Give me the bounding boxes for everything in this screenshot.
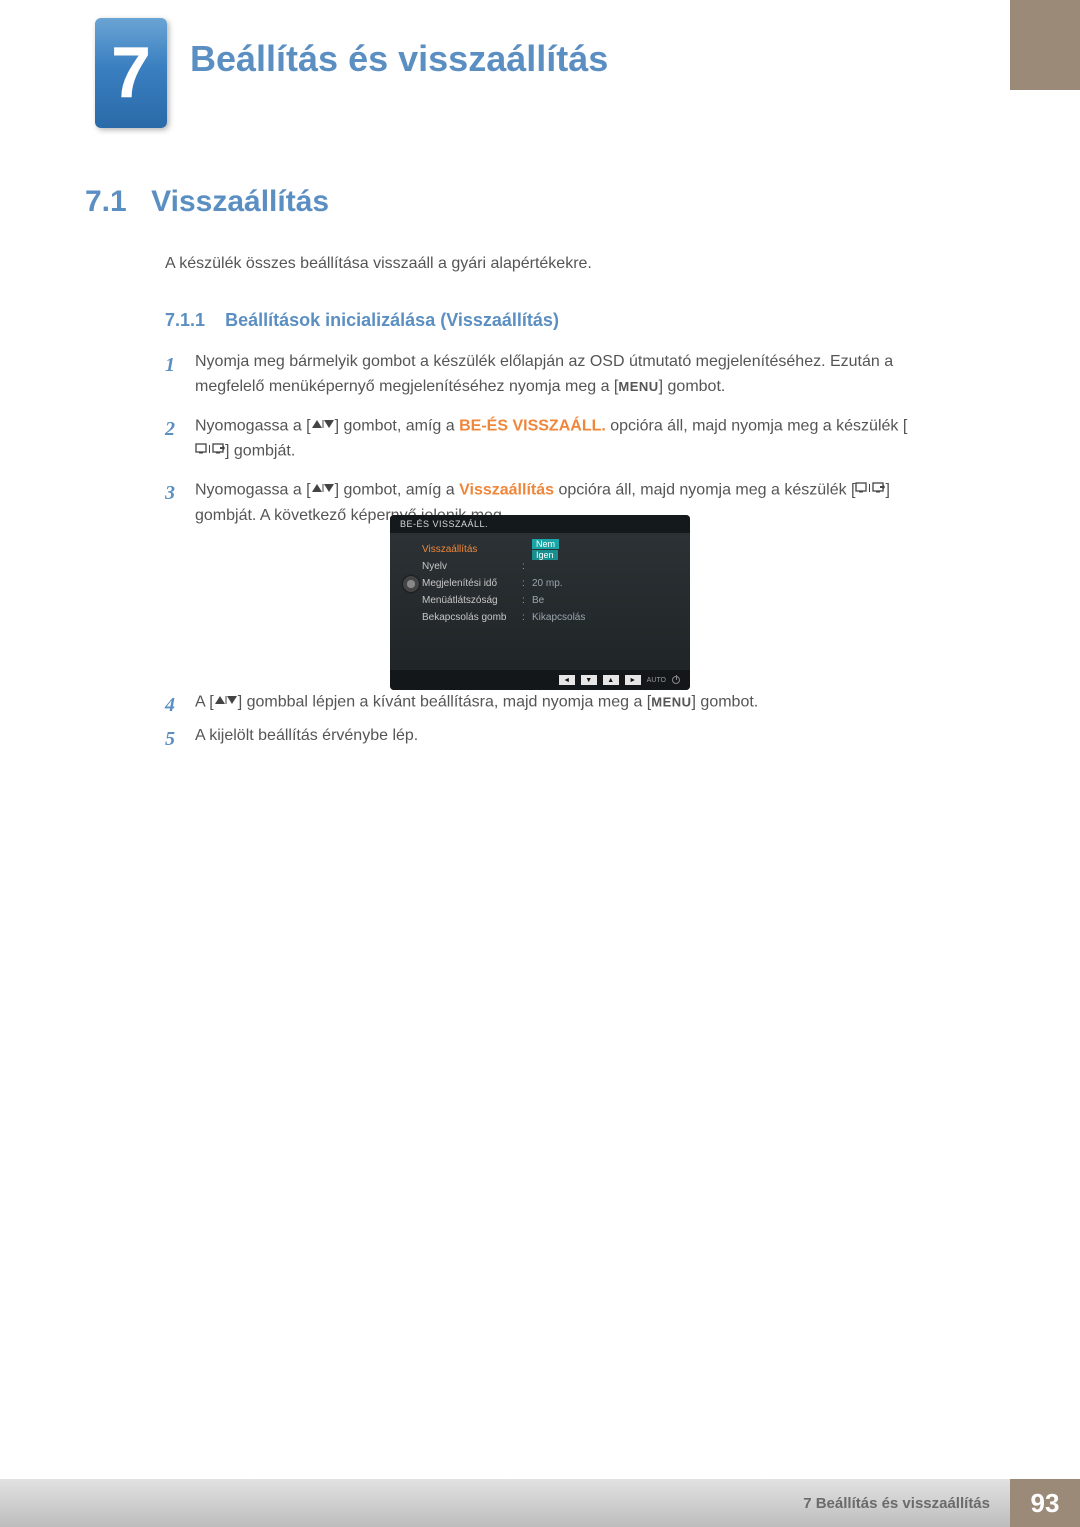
step-2: 2 Nyomogassa a [] gombot, amíg a BE-ÉS V… [165,414,925,465]
osd-footer: ◄ ▼ ▲ ► AUTO [390,670,690,690]
step-5: 5 A kijelölt beállítás érvénybe lép. [165,724,925,769]
osd-title: BE-ÉS VISSZAÁLL. [390,515,690,533]
step-text: Nyomogassa a [] gombot, amíg a BE-ÉS VIS… [195,414,925,465]
osd-nav-left-icon: ◄ [559,675,575,685]
step-number: 3 [165,478,195,528]
step-text: Nyomja meg bármelyik gombot a készülék e… [195,350,925,400]
step-text: A kijelölt beállítás érvénybe lép. [195,724,925,755]
osd-body: Visszaállítás Nem Igen Nyelv : Megjelení… [390,533,690,630]
osd-row: Menüátlátszóság : Be [422,592,680,609]
osd-row-label: Bekapcsolás gomb [422,612,522,623]
osd-row-selected: Visszaállítás Nem Igen [422,541,680,558]
section-number: 7.1 [85,185,127,218]
osd-side-icon [400,541,422,626]
osd-row-label: Megjelenítési idő [422,578,522,589]
section-intro: A készülék összes beállítása visszaáll a… [165,255,592,273]
osd-row-value: Be [532,595,544,606]
osd-nav-up-icon: ▲ [603,675,619,685]
source-switch-icon [855,478,885,503]
up-down-icon [311,414,335,439]
step-number: 2 [165,414,195,465]
option-highlight: Visszaállítás [459,482,554,499]
menu-key-icon: MENU [651,695,691,710]
osd-row: Bekapcsolás gomb : Kikapcsolás [422,609,680,626]
step-number: 1 [165,350,195,400]
subsection-heading: 7.1.1 Beállítások inicializálása (Vissza… [165,310,559,331]
steps-list: 1 Nyomja meg bármelyik gombot a készülék… [165,350,925,543]
osd-menu: Visszaállítás Nem Igen Nyelv : Megjelení… [422,541,680,626]
osd-row-value: Kikapcsolás [532,612,585,623]
osd-value-dim: Igen [532,550,558,560]
menu-key-icon: MENU [618,379,658,394]
subsection-title: Beállítások inicializálása (Visszaállítá… [225,310,559,330]
osd-row-label: Nyelv [422,561,522,572]
chapter-badge: 7 [95,18,167,128]
step-text: A [] gombbal lépjen a kívánt beállításra… [195,690,925,721]
footer-chapter-ref: 7 Beállítás és visszaállítás [0,1479,1010,1527]
top-right-accent [1010,0,1080,90]
osd-screenshot: BE-ÉS VISSZAÁLL. Visszaállítás Nem Igen … [390,515,690,690]
source-switch-icon [195,439,225,464]
power-icon [672,676,680,684]
step-number: 4 [165,690,195,721]
subsection-number: 7.1.1 [165,310,205,330]
osd-row: Nyelv : [422,558,680,575]
page-number: 93 [1010,1479,1080,1527]
option-highlight: BE-ÉS VISSZAÁLL. [459,417,606,434]
chapter-title: Beállítás és visszaállítás [190,38,608,80]
section-heading: 7.1 Visszaállítás [85,185,329,219]
osd-row-label: Visszaállítás [422,544,522,555]
gear-icon [403,576,419,592]
osd-nav-right-icon: ► [625,675,641,685]
osd-row-value: 20 mp. [532,578,563,589]
osd-auto-label: AUTO [647,677,666,684]
step-number: 5 [165,724,195,755]
section-title: Visszaállítás [151,185,329,218]
osd-value-highlight: Nem [532,539,559,549]
osd-nav-down-icon: ▼ [581,675,597,685]
osd-row-label: Menüátlátszóság [422,595,522,606]
page-footer: 7 Beállítás és visszaállítás 93 [0,1479,1080,1527]
chapter-number: 7 [111,32,151,114]
up-down-icon [311,478,335,503]
step-1: 1 Nyomja meg bármelyik gombot a készülék… [165,350,925,400]
up-down-icon [214,690,238,715]
osd-row: Megjelenítési idő : 20 mp. [422,575,680,592]
